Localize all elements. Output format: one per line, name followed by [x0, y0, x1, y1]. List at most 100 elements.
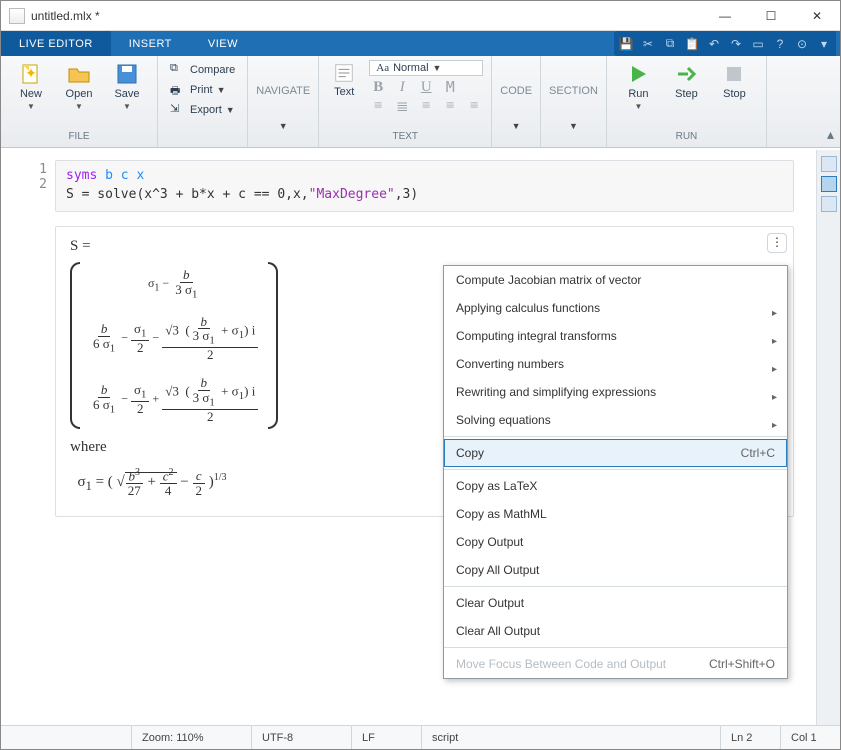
svg-text:✦: ✦ — [25, 65, 37, 81]
step-icon — [674, 62, 698, 86]
status-eol[interactable]: LF — [351, 726, 421, 749]
code-dropdown[interactable]: ▼ — [512, 121, 521, 131]
status-encoding[interactable]: UTF-8 — [251, 726, 351, 749]
copy-icon[interactable]: ⧉ — [662, 36, 678, 52]
save-icon — [115, 62, 139, 86]
minimize-button[interactable]: — — [702, 1, 748, 31]
status-mode: script — [421, 726, 720, 749]
navigate-dropdown[interactable]: ▼ — [279, 121, 288, 131]
collapse-icon[interactable]: ▾ — [816, 36, 832, 52]
export-button[interactable]: ⇲Export ▼ — [166, 100, 239, 120]
menu-copy-all-output[interactable]: Copy All Output — [444, 556, 787, 584]
align-center-button[interactable]: ≡ — [441, 98, 459, 114]
cut-icon[interactable]: ✂ — [640, 36, 656, 52]
text-button[interactable]: Text — [327, 60, 361, 100]
tab-insert[interactable]: INSERT — [111, 31, 190, 56]
vars: b c x — [105, 168, 144, 183]
group-file2: ⧉Compare 🖶Print ▼ ⇲Export ▼ — [158, 56, 248, 147]
left-paren — [70, 262, 80, 429]
list-number-button[interactable]: ≣ — [393, 98, 411, 114]
italic-button[interactable]: I — [393, 79, 411, 95]
keyword: syms — [66, 168, 97, 183]
undo-icon[interactable]: ↶ — [706, 36, 722, 52]
bold-button[interactable]: B — [369, 79, 387, 95]
group-navigate: NAVIGATE ▼ — [248, 56, 319, 147]
underline-button[interactable]: U — [417, 79, 435, 95]
menu-copy[interactable]: CopyCtrl+C — [444, 439, 787, 467]
help-icon[interactable]: ? — [772, 36, 788, 52]
open-icon — [67, 62, 91, 86]
menu-calculus[interactable]: Applying calculus functions — [444, 294, 787, 322]
group-run: Run▼ Step Stop RUN — [607, 56, 767, 147]
toolstrip: ✦ New▼ Open▼ Save▼ FILE ⧉Compare 🖶Print … — [1, 56, 840, 148]
style-select[interactable]: AaNormal▼ — [369, 60, 483, 76]
context-menu: Compute Jacobian matrix of vector Applyi… — [443, 265, 788, 679]
more-icon[interactable]: ⊙ — [794, 36, 810, 52]
new-button[interactable]: ✦ New▼ — [9, 60, 53, 113]
code-text: S = solve(x^3 + b*x + c == 0,x, — [66, 187, 309, 202]
step-button[interactable]: Step — [664, 60, 708, 113]
gutter: 1 2 — [1, 150, 55, 725]
menu-rewrite[interactable]: Rewriting and simplifying expressions — [444, 378, 787, 406]
close-button[interactable]: ✕ — [794, 1, 840, 31]
save-button[interactable]: Save▼ — [105, 60, 149, 113]
group-code: CODE ▼ — [492, 56, 541, 147]
math-row: b6 σ1 − σ12 + √3 (b3 σ1 + σ1) i2 — [90, 376, 258, 423]
code-block[interactable]: syms b c x S = solve(x^3 + b*x + c == 0,… — [55, 160, 794, 212]
navigate-label: NAVIGATE — [256, 85, 310, 97]
section-dropdown[interactable]: ▼ — [569, 121, 578, 131]
menu-jacobian[interactable]: Compute Jacobian matrix of vector — [444, 266, 787, 294]
menu-clear-output[interactable]: Clear Output — [444, 589, 787, 617]
menu-separator — [444, 647, 787, 648]
save-icon[interactable]: 💾 — [618, 36, 634, 52]
maximize-button[interactable]: ☐ — [748, 1, 794, 31]
menu-copy-mathml[interactable]: Copy as MathML — [444, 500, 787, 528]
titlebar: untitled.mlx * — ☐ ✕ — [1, 1, 840, 31]
align-left-button[interactable]: ≡ — [417, 98, 435, 114]
menu-integral[interactable]: Computing integral transforms — [444, 322, 787, 350]
menu-move-focus: Move Focus Between Code and OutputCtrl+S… — [444, 650, 787, 678]
print-button[interactable]: 🖶Print ▼ — [166, 80, 230, 100]
compare-icon: ⧉ — [170, 62, 186, 78]
new-icon: ✦ — [19, 62, 43, 86]
code-text: ,3) — [395, 187, 418, 202]
section-label: SECTION — [549, 85, 598, 97]
collapse-toolstrip[interactable]: ▴ — [827, 126, 834, 143]
output-options-button[interactable]: ⋮ — [767, 233, 787, 253]
redo-icon[interactable]: ↷ — [728, 36, 744, 52]
menu-separator — [444, 436, 787, 437]
print-icon: 🖶 — [170, 82, 186, 98]
open-button[interactable]: Open▼ — [57, 60, 101, 113]
line-number: 2 — [1, 177, 47, 192]
stop-button[interactable]: Stop — [712, 60, 756, 113]
ribbon-tabs: LIVE EDITOR INSERT VIEW 💾 ✂ ⧉ 📋 ↶ ↷ ▭ ? … — [1, 31, 840, 56]
line-number: 1 — [1, 162, 47, 177]
mono-button[interactable]: M — [441, 79, 459, 95]
code-label: CODE — [500, 85, 532, 97]
group-file: ✦ New▼ Open▼ Save▼ FILE — [1, 56, 158, 147]
menu-solving[interactable]: Solving equations — [444, 406, 787, 434]
paste-icon[interactable]: 📋 — [684, 36, 700, 52]
group-text: Text AaNormal▼ B I U M ≡ ≣ ≡ ≡ ≡ TEX — [319, 56, 492, 147]
align-right-button[interactable]: ≡ — [465, 98, 483, 114]
tab-view[interactable]: VIEW — [190, 31, 256, 56]
rail-hide-code-icon[interactable] — [821, 196, 837, 212]
menu-copy-output[interactable]: Copy Output — [444, 528, 787, 556]
tab-live-editor[interactable]: LIVE EDITOR — [1, 31, 111, 56]
status-line: Ln 2 — [720, 726, 780, 749]
compare-button[interactable]: ⧉Compare — [166, 60, 239, 80]
math-row: b6 σ1 − σ12 − √3 (b3 σ1 + σ1) i2 — [90, 315, 258, 362]
switch-windows-icon[interactable]: ▭ — [750, 36, 766, 52]
list-bullet-button[interactable]: ≡ — [369, 98, 387, 114]
menu-copy-latex[interactable]: Copy as LaTeX — [444, 472, 787, 500]
run-button[interactable]: Run▼ — [616, 60, 660, 113]
menu-clear-all-output[interactable]: Clear All Output — [444, 617, 787, 645]
rail-output-inline-icon[interactable] — [821, 176, 837, 192]
stop-icon — [722, 62, 746, 86]
status-zoom[interactable]: Zoom: 110% — [131, 726, 251, 749]
rail-output-right-icon[interactable] — [821, 156, 837, 172]
menu-convert[interactable]: Converting numbers — [444, 350, 787, 378]
format-row: B I U M — [369, 79, 483, 95]
menu-separator — [444, 469, 787, 470]
menu-separator — [444, 586, 787, 587]
